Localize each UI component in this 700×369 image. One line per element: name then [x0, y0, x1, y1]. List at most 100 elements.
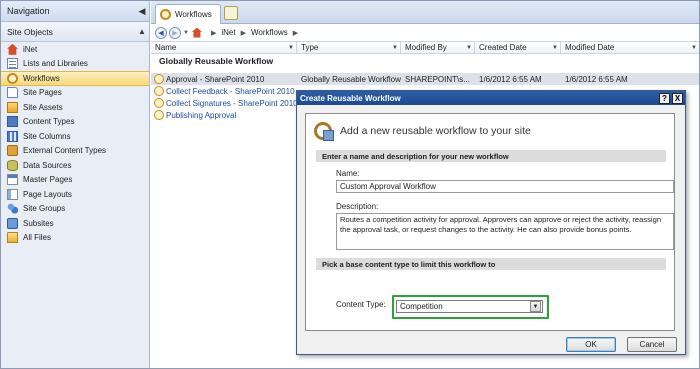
- ok-button[interactable]: OK: [566, 337, 616, 352]
- tab-bar: Workflows: [151, 1, 699, 24]
- description-label: Description:: [336, 202, 379, 211]
- site-objects-list: iNet Lists and Libraries Workflows Site …: [1, 42, 149, 245]
- column-header-modified-by[interactable]: Modified By ▼: [401, 42, 475, 53]
- master-pages-icon: [7, 174, 18, 186]
- row-type: Globally Reusable Workflow: [301, 74, 401, 84]
- column-filter-icon[interactable]: ▼: [392, 45, 398, 51]
- create-reusable-workflow-dialog: Create Reusable Workflow ? X Add a new r…: [296, 90, 686, 355]
- new-tab-icon[interactable]: [224, 6, 238, 20]
- site-columns-icon: [7, 130, 18, 142]
- navigation-pane: Navigation ◀ Site Objects ▲ iNet Lists a…: [1, 1, 150, 368]
- nav-item-label: Lists and Libraries: [23, 59, 88, 69]
- back-arrow-icon[interactable]: ◀: [155, 26, 167, 39]
- column-filter-icon[interactable]: ▼: [288, 45, 294, 51]
- nav-item-label: Site Columns: [23, 131, 71, 141]
- data-sources-icon: [7, 159, 18, 171]
- workflow-icon: [154, 110, 164, 120]
- list-icon: [7, 58, 18, 70]
- column-header-created-date[interactable]: Created Date ▼: [475, 42, 561, 53]
- column-filter-icon[interactable]: ▼: [552, 45, 558, 51]
- description-field[interactable]: Routes a competition activity for approv…: [336, 213, 674, 250]
- nav-item-label: Site Pages: [23, 88, 62, 98]
- dropdown-arrow-icon[interactable]: ▼: [183, 30, 189, 36]
- nav-item-label: Subsites: [23, 218, 54, 228]
- nav-item-site-pages[interactable]: Site Pages: [1, 86, 149, 101]
- breadcrumb-separator-icon: ▶: [210, 29, 217, 37]
- nav-item-all-files[interactable]: All Files: [1, 231, 149, 246]
- site-objects-section[interactable]: Site Objects ▲: [1, 22, 149, 42]
- nav-item-page-layouts[interactable]: Page Layouts: [1, 187, 149, 202]
- dialog-heading: Add a new reusable workflow to your site: [314, 122, 531, 141]
- nav-item-workflows[interactable]: Workflows: [1, 71, 149, 86]
- name-section-bar: Enter a name and description for your ne…: [316, 150, 666, 162]
- workflow-icon: [154, 98, 164, 108]
- page-icon: [7, 87, 18, 99]
- breadcrumb-item-inet[interactable]: iNet: [221, 28, 235, 37]
- close-button[interactable]: X: [672, 92, 683, 104]
- row-modified-by: SHAREPOINT\s...: [405, 74, 470, 84]
- workflow-icon: [160, 9, 171, 20]
- content-type-value: Competition: [400, 302, 443, 311]
- help-button[interactable]: ?: [659, 92, 670, 104]
- nav-item-content-types[interactable]: Content Types: [1, 115, 149, 130]
- column-header-label: Type: [301, 43, 319, 52]
- group-title: Globally Reusable Workflow: [159, 56, 274, 66]
- dialog-title: Create Reusable Workflow: [300, 93, 401, 103]
- nav-item-subsites[interactable]: Subsites: [1, 216, 149, 231]
- row-name[interactable]: Approval - SharePoint 2010: [166, 75, 264, 84]
- column-header-label: Name: [155, 43, 177, 52]
- nav-item-lists-and-libraries[interactable]: Lists and Libraries: [1, 57, 149, 72]
- row-name[interactable]: Collect Feedback - SharePoint 2010: [166, 87, 295, 96]
- address-bar: ◀ ▶ ▼ ▶ iNet ▶ Workflows ▶: [151, 24, 699, 42]
- column-header-label: Created Date: [479, 43, 527, 52]
- subsites-icon: [7, 217, 18, 229]
- column-header-type[interactable]: Type ▼: [297, 42, 401, 53]
- row-name[interactable]: Collect Signatures - SharePoint 2010: [166, 99, 298, 108]
- nav-item-site-columns[interactable]: Site Columns: [1, 129, 149, 144]
- home-icon: [7, 43, 18, 55]
- content-types-icon: [7, 116, 18, 128]
- nav-item-site-groups[interactable]: Site Groups: [1, 202, 149, 217]
- forward-arrow-icon[interactable]: ▶: [169, 26, 181, 39]
- content-type-label: Content Type:: [336, 300, 386, 309]
- new-workflow-icon: [314, 122, 334, 141]
- content-type-section-bar: Pick a base content type to limit this w…: [316, 258, 666, 270]
- name-field[interactable]: Custom Approval Workflow: [336, 180, 674, 193]
- nav-item-label: Data Sources: [23, 160, 72, 170]
- nav-item-inet[interactable]: iNet: [1, 42, 149, 57]
- tab-workflows[interactable]: Workflows: [155, 4, 221, 24]
- nav-item-label: Site Groups: [23, 204, 66, 214]
- row-name[interactable]: Publishing Approval: [166, 111, 236, 120]
- name-label: Name:: [336, 169, 360, 178]
- workflow-icon: [154, 74, 164, 84]
- site-icon: [191, 27, 202, 38]
- content-type-select[interactable]: Competition ▼: [396, 300, 543, 313]
- page-layouts-icon: [7, 188, 18, 200]
- table-row[interactable]: Approval - SharePoint 2010 Globally Reus…: [151, 73, 699, 85]
- nav-item-label: Content Types: [23, 117, 75, 127]
- column-headers: Name ▼ Type ▼ Modified By ▼ Created Date ▼ M…: [151, 42, 699, 54]
- breadcrumb-item-workflows[interactable]: Workflows: [251, 28, 288, 37]
- workflow-icon: [154, 86, 164, 96]
- column-filter-icon[interactable]: ▼: [466, 45, 472, 51]
- chevron-up-icon[interactable]: ▲: [135, 27, 149, 36]
- nav-item-label: Master Pages: [23, 175, 73, 185]
- collapse-pane-icon[interactable]: ◀: [135, 6, 149, 17]
- column-header-label: Modified By: [405, 43, 447, 52]
- workflow-icon: [7, 72, 18, 84]
- column-header-modified-date[interactable]: Modified Date ▼: [561, 42, 699, 53]
- breadcrumb-separator-icon: ▶: [240, 29, 246, 37]
- nav-item-site-assets[interactable]: Site Assets: [1, 100, 149, 115]
- column-filter-icon[interactable]: ▼: [691, 45, 697, 51]
- tab-label: Workflows: [175, 10, 212, 19]
- assets-icon: [7, 101, 18, 113]
- breadcrumb: ▶ iNet ▶ Workflows ▶: [206, 28, 303, 37]
- dialog-title-bar[interactable]: Create Reusable Workflow ? X: [297, 91, 685, 105]
- nav-item-external-content-types[interactable]: External Content Types: [1, 144, 149, 159]
- column-header-label: Modified Date: [565, 43, 615, 52]
- nav-item-data-sources[interactable]: Data Sources: [1, 158, 149, 173]
- nav-item-master-pages[interactable]: Master Pages: [1, 173, 149, 188]
- column-header-name[interactable]: Name ▼: [151, 42, 297, 53]
- cancel-button[interactable]: Cancel: [627, 337, 677, 352]
- chevron-down-icon[interactable]: ▼: [530, 301, 541, 312]
